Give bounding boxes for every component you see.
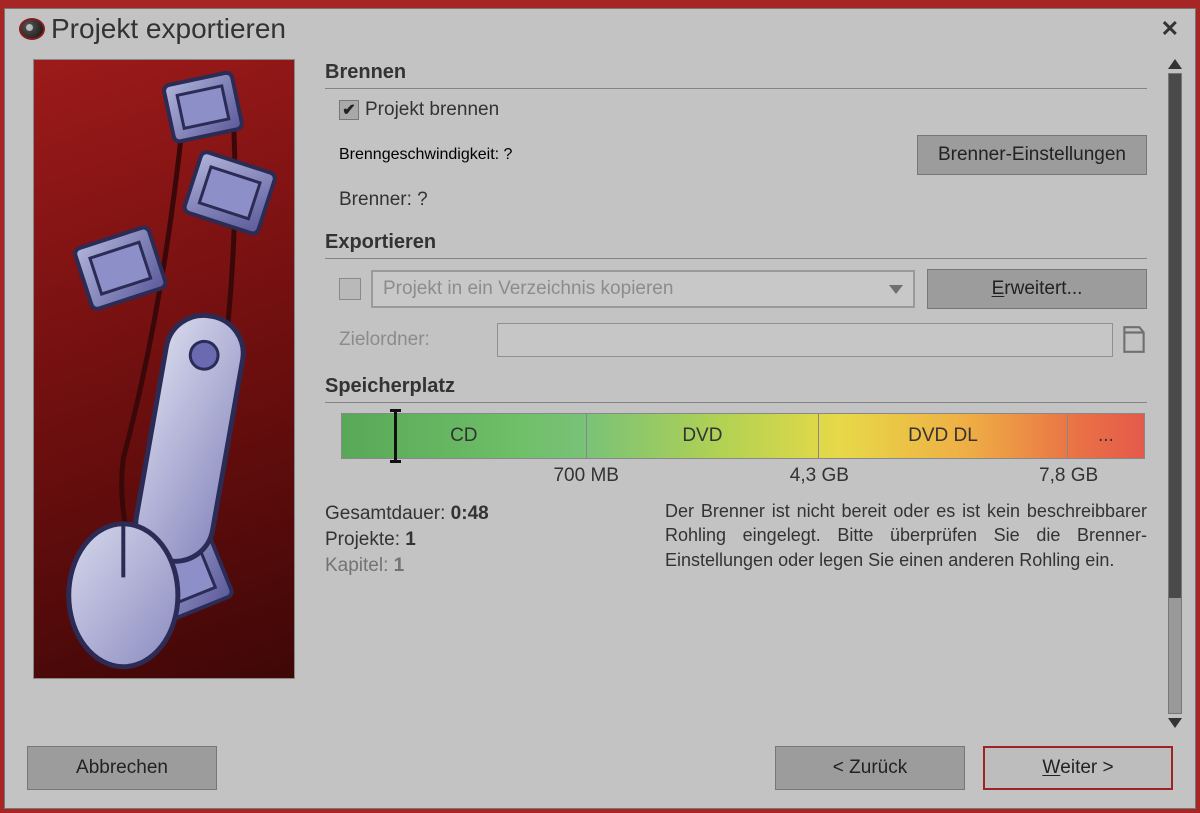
burner-label: Brenner: ? [339,189,428,211]
close-icon[interactable]: ✕ [1155,14,1185,44]
storage-usage-indicator [394,411,397,461]
cancel-button[interactable]: Abbrechen [27,746,217,790]
section-heading-export: Exportieren [325,231,1147,254]
app-icon [19,18,45,40]
divider [325,258,1147,259]
burn-project-checkbox[interactable] [339,100,359,120]
export-dialog: Projekt exportieren ✕ [4,8,1196,809]
storage-seg-dvd: DVD [587,414,820,458]
export-mode-dropdown[interactable]: Projekt in ein Verzeichnis kopieren [371,270,915,308]
divider [325,88,1147,89]
scroll-up-icon[interactable] [1168,59,1182,69]
scroll-thumb[interactable] [1169,74,1181,598]
storage-capacity-bar: CD DVD DVD DL ... [341,413,1145,459]
target-folder-input[interactable] [497,323,1113,357]
target-folder-label: Zielordner: [339,329,489,351]
browse-folder-icon[interactable] [1121,325,1147,355]
section-heading-burn: Brennen [325,61,1147,84]
summary-stats: Gesamtdauer: 0:48 Projekte: 1 Kapitel: 1 [325,499,665,581]
next-button[interactable]: Weiter > [983,746,1173,790]
storage-scale-labels: 700 MB 4,3 GB 7,8 GB [341,465,1145,489]
section-heading-storage: Speicherplatz [325,375,1147,398]
wizard-illustration [33,59,295,679]
titlebar: Projekt exportieren ✕ [5,9,1195,51]
back-button[interactable]: < Zurück [775,746,965,790]
burn-speed-label: Brenngeschwindigkeit: ? [339,146,512,164]
storage-seg-cd: CD [342,414,587,458]
vertical-scrollbar[interactable] [1165,59,1185,728]
burn-project-label: Projekt brennen [365,99,499,121]
burner-warning-text: Der Brenner ist nicht bereit oder es ist… [665,499,1147,581]
content-area: Brennen Projekt brennen Brenngeschwindig… [325,59,1165,728]
export-copy-checkbox[interactable] [339,278,361,300]
burner-settings-button[interactable]: Brenner-Einstellungen [917,135,1147,175]
advanced-button[interactable]: Erweitert... [927,269,1147,309]
scroll-down-icon[interactable] [1168,718,1182,728]
dialog-title: Projekt exportieren [51,13,1155,45]
storage-seg-dvddl: DVD DL [819,414,1068,458]
dropdown-label: Projekt in ein Verzeichnis kopieren [383,278,889,300]
divider [325,402,1147,403]
storage-seg-more: ... [1068,414,1144,458]
wizard-footer: Abbrechen < Zurück Weiter > [5,728,1195,808]
chevron-down-icon [889,285,903,294]
scroll-track[interactable] [1168,73,1182,714]
